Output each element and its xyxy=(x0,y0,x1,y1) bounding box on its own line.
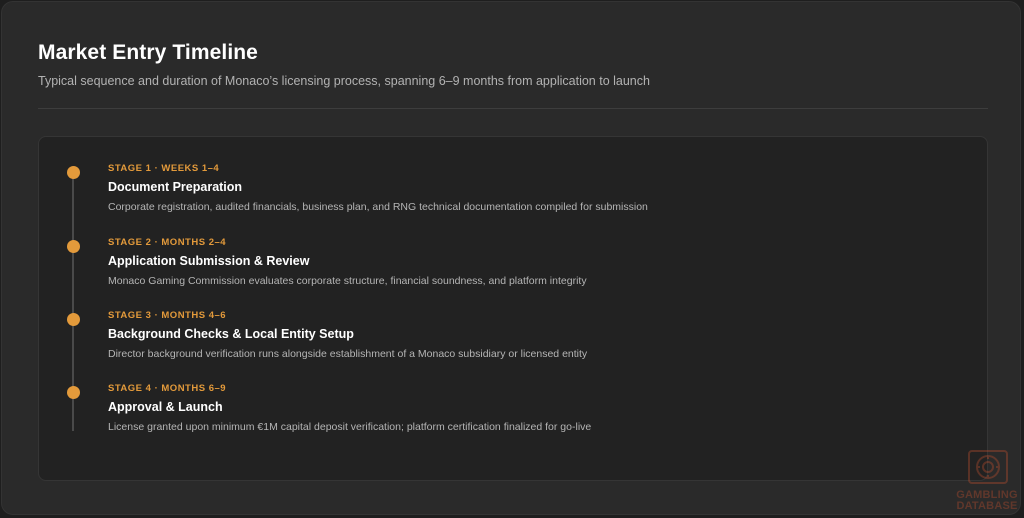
page-title: Market Entry Timeline xyxy=(38,41,258,64)
casino-chip-icon xyxy=(968,450,1008,484)
timeline-stage-2: STAGE 2 · MONTHS 2–4 Application Submiss… xyxy=(39,211,979,287)
stage-title: Approval & Launch xyxy=(108,400,223,414)
stage-label: STAGE 4 · MONTHS 6–9 xyxy=(108,383,227,394)
stage-dot-icon xyxy=(67,313,80,326)
header-divider xyxy=(38,108,988,109)
timeline-card: STAGE 1 · WEEKS 1–4 Document Preparation… xyxy=(38,136,988,481)
stage-dot-icon xyxy=(67,386,80,399)
stage-dot-icon xyxy=(67,240,80,253)
page-subtitle: Typical sequence and duration of Monaco’… xyxy=(38,74,650,88)
watermark-line2: DATABASE xyxy=(956,500,1018,512)
stage-title: Application Submission & Review xyxy=(108,254,310,268)
timeline-stage-3: STAGE 3 · MONTHS 4–6 Background Checks &… xyxy=(39,284,979,360)
timeline-stage-1: STAGE 1 · WEEKS 1–4 Document Preparation… xyxy=(39,137,979,213)
timeline-stage-4: STAGE 4 · MONTHS 6–9 Approval & Launch L… xyxy=(39,357,979,433)
stage-description: License granted upon minimum €1M capital… xyxy=(108,421,592,433)
stage-label: STAGE 3 · MONTHS 4–6 xyxy=(108,310,227,321)
watermark-text: GAMBLING DATABASE xyxy=(952,490,1022,512)
page-container: Market Entry Timeline Typical sequence a… xyxy=(1,1,1021,515)
watermark-logo: GAMBLING DATABASE xyxy=(952,450,1022,516)
stage-title: Background Checks & Local Entity Setup xyxy=(108,327,354,341)
stage-dot-icon xyxy=(67,166,80,179)
stage-label: STAGE 2 · MONTHS 2–4 xyxy=(108,237,227,248)
stage-title: Document Preparation xyxy=(108,180,243,194)
stage-label: STAGE 1 · WEEKS 1–4 xyxy=(108,163,220,174)
